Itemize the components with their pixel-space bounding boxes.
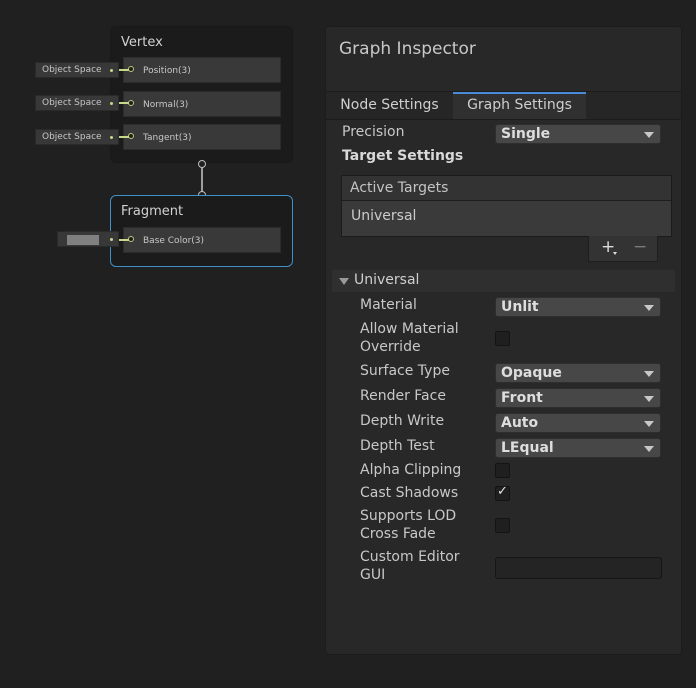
tab-node-settings-label: Node Settings [340,97,439,113]
normal-slot[interactable]: Normal(3) [123,91,281,117]
supports-lod-line2: Cross Fade [360,526,436,542]
active-targets-header: Active Targets [342,176,671,201]
render-face-label: Render Face [360,388,446,404]
depth-test-dropdown[interactable]: LEqual [495,438,661,458]
list-item[interactable]: Universal [342,201,671,236]
connector-dot-icon [110,102,113,105]
chevron-down-icon [644,371,654,377]
stack-link [201,166,203,194]
tangent-space-label: Object Space [42,132,102,142]
alpha-clipping-checkbox[interactable] [495,463,510,478]
supports-lod-checkbox[interactable] [495,518,510,533]
inspector-title: Graph Inspector [339,39,476,59]
graph-inspector: Graph Inspector Node Settings Graph Sett… [325,26,682,655]
allow-material-override-line2: Override [360,339,421,355]
alpha-clipping-label: Alpha Clipping [360,462,462,478]
connector-dot-icon [110,238,113,241]
normal-slot-label: Normal(3) [143,100,189,110]
tab-bar: Node Settings Graph Settings [326,91,681,120]
depth-write-value: Auto [501,415,539,431]
precision-dropdown[interactable]: Single [495,124,661,144]
precision-label: Precision [342,124,405,140]
universal-foldout[interactable]: Universal [332,270,675,292]
depth-write-label: Depth Write [360,413,445,429]
render-face-dropdown[interactable]: Front [495,388,661,408]
depth-test-value: LEqual [501,440,554,456]
base-color-slot-label: Base Color(3) [143,236,205,246]
chevron-down-icon [644,421,654,427]
position-wire [119,69,129,71]
checkmark-icon: ✓ [497,484,508,499]
position-slot-label: Position(3) [143,66,191,76]
base-color-slot[interactable]: Base Color(3) [123,227,281,253]
list-footer: + − [588,236,658,262]
active-targets-list: Active Targets Universal [341,175,672,237]
active-targets-header-label: Active Targets [350,180,449,196]
position-slot[interactable]: Position(3) [123,57,281,83]
allow-material-override-checkbox[interactable] [495,331,510,346]
tab-graph-settings[interactable]: Graph Settings [453,92,586,119]
add-menu-caret-icon [613,252,617,255]
fragment-node[interactable]: Fragment Base Color(3) [110,195,293,267]
material-value: Unlit [501,299,539,315]
connector-dot-icon [110,136,113,139]
foldout-arrow-icon [339,278,349,285]
chevron-down-icon [644,446,654,452]
custom-editor-field[interactable] [495,557,662,579]
depth-test-label: Depth Test [360,438,435,454]
cast-shadows-label: Cast Shadows [360,485,459,501]
precision-value: Single [501,126,551,142]
normal-wire [119,102,129,104]
material-label: Material [360,297,417,313]
tab-node-settings[interactable]: Node Settings [326,92,453,119]
render-face-value: Front [501,390,543,406]
material-dropdown[interactable]: Unlit [495,297,661,317]
surface-type-value: Opaque [501,365,562,381]
chevron-down-icon [644,305,654,311]
tangent-space-input[interactable]: Object Space [35,129,119,145]
chevron-down-icon [644,396,654,402]
tab-graph-settings-label: Graph Settings [467,97,572,113]
custom-editor-line2: GUI [360,567,386,583]
color-swatch[interactable] [67,235,99,245]
fragment-node-title: Fragment [121,204,184,219]
universal-heading: Universal [354,272,420,288]
surface-type-dropdown[interactable]: Opaque [495,363,661,383]
remove-target-button[interactable]: − [633,237,647,257]
surface-type-label: Surface Type [360,363,450,379]
normal-space-label: Object Space [42,98,102,108]
custom-editor-line1: Custom Editor [360,549,460,565]
target-settings-heading: Target Settings [342,148,464,164]
tangent-wire [119,136,129,138]
chevron-down-icon [644,132,654,138]
normal-space-input[interactable]: Object Space [35,95,119,111]
depth-write-dropdown[interactable]: Auto [495,413,661,433]
tangent-slot[interactable]: Tangent(3) [123,124,281,150]
connector-dot-icon [110,69,113,72]
base-color-input[interactable] [57,231,119,247]
position-space-label: Object Space [42,65,102,75]
custom-editor-label: Custom Editor GUI [360,548,460,584]
position-space-input[interactable]: Object Space [35,62,119,78]
link-handle-top[interactable] [198,160,206,168]
cast-shadows-checkbox[interactable]: ✓ [495,484,510,501]
allow-material-override-line1: Allow Material [360,321,459,337]
supports-lod-label: Supports LOD Cross Fade [360,507,456,543]
tangent-slot-label: Tangent(3) [143,133,192,143]
supports-lod-line1: Supports LOD [360,508,457,524]
base-color-wire [119,239,129,241]
vertex-node[interactable]: Vertex Position(3) Normal(3) Tangent(3) [110,26,293,163]
vertex-node-title: Vertex [121,35,163,50]
allow-material-override-label: Allow Material Override [360,320,459,356]
list-item-label: Universal [351,208,417,224]
